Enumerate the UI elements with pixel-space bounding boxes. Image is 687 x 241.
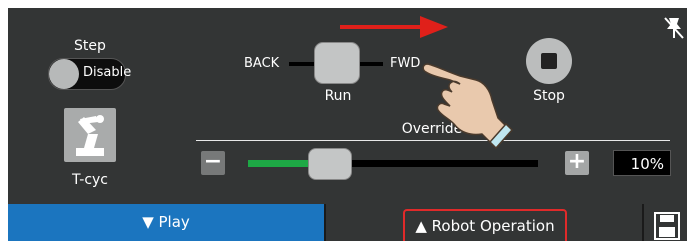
override-slider-fill (248, 160, 308, 167)
tab-divider-right (642, 204, 644, 241)
pointing-hand-icon (422, 63, 514, 150)
override-value: 10% (613, 150, 671, 176)
arrow-right-icon (420, 16, 448, 38)
minus-icon: − (203, 149, 223, 174)
tab-robot-operation[interactable]: ▲ Robot Operation (403, 209, 567, 241)
step-toggle-knob[interactable] (49, 59, 79, 89)
pin-off-icon[interactable] (663, 16, 685, 40)
arrow-right-icon-shaft (340, 25, 424, 29)
override-slider-knob[interactable] (308, 148, 352, 180)
step-toggle[interactable]: Disable (48, 58, 131, 90)
override-decrease-button[interactable]: − (201, 151, 225, 175)
run-label: Run (324, 88, 352, 104)
tcyc-label: T-cyc (72, 172, 108, 188)
step-toggle-state: Disable (83, 65, 132, 80)
robot-arm-icon (76, 115, 104, 156)
save-icon[interactable] (654, 212, 680, 240)
tcyc-button[interactable] (64, 108, 116, 162)
tab-play[interactable]: ▼ Play (8, 204, 324, 241)
back-label: BACK (244, 56, 280, 71)
stop-icon (541, 53, 557, 69)
override-increase-button[interactable]: + (565, 151, 589, 175)
fwd-label: FWD (390, 56, 421, 71)
stop-button[interactable] (526, 38, 572, 84)
step-title: Step (74, 38, 106, 54)
robot-control-panel: Step Disable T-cyc BACK FWD Run Stop Ove… (8, 8, 687, 241)
stop-label: Stop (533, 88, 565, 104)
run-jog-knob[interactable] (314, 42, 360, 84)
plus-icon: + (567, 149, 587, 174)
